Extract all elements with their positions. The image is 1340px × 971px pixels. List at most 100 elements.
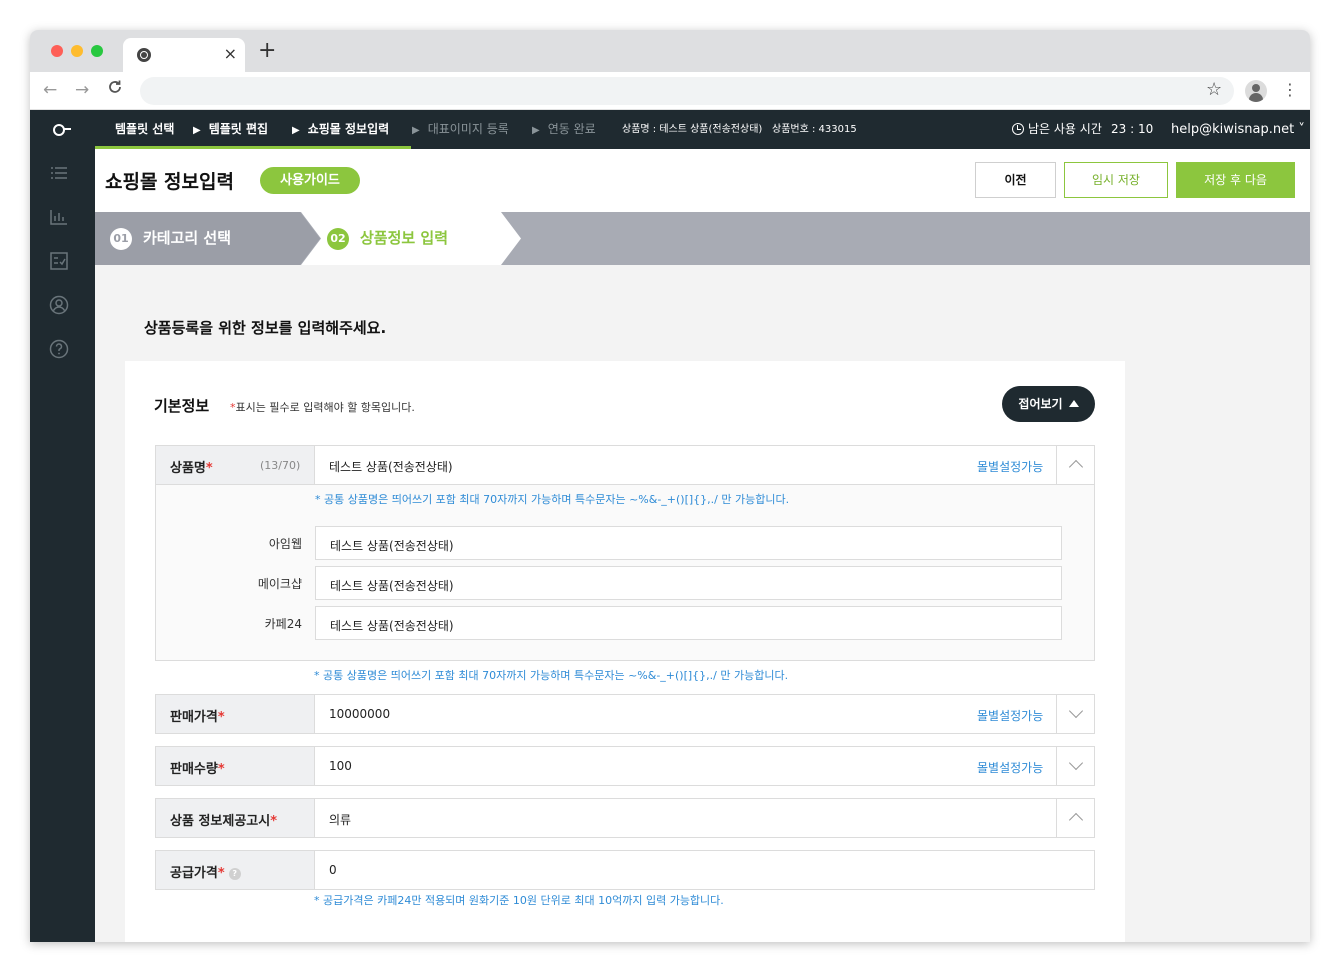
step-number: 01 xyxy=(110,228,132,250)
new-tab-button[interactable]: + xyxy=(258,40,276,62)
address-bar[interactable] xyxy=(140,77,1234,105)
temp-save-button[interactable]: 임시 저장 xyxy=(1064,162,1168,198)
forward-arrow-icon[interactable]: → xyxy=(75,79,89,101)
required-note: *표시는 필수로 입력해야 할 항목입니다. xyxy=(230,399,415,415)
step-arrow-icon: ▶ xyxy=(412,125,420,136)
field-label-text: 상품 정보제공고시 xyxy=(170,814,271,829)
help-icon[interactable] xyxy=(49,339,69,359)
field-label-cell: 상품 정보제공고시* xyxy=(156,799,315,837)
step-arrow-icon: ▶ xyxy=(292,125,300,136)
logo-icon[interactable] xyxy=(53,123,73,136)
minimize-window-button[interactable] xyxy=(71,45,83,57)
required-star: * xyxy=(217,762,225,777)
product-name-hint: * 공통 상품명은 띄어쓰기 포함 최대 70자까지 가능하며 특수문자는 ~%… xyxy=(315,493,790,506)
field-label-text: 판매가격 xyxy=(170,710,218,725)
sidebar xyxy=(30,110,95,942)
triangle-up-icon xyxy=(1068,400,1079,407)
step-complete[interactable]: ▶ 연동 완료 xyxy=(532,110,596,149)
browser-toolbar: ← → ☆ ⋮ xyxy=(30,72,1310,110)
char-count: (13/70) xyxy=(260,459,301,472)
mall-setting-link[interactable]: 몰별설정가능 xyxy=(977,458,1043,475)
step-mall-info[interactable]: ▶ 쇼핑몰 정보입력 xyxy=(292,110,389,149)
product-name-meta: 상품명 : 테스트 상품(전송전상태) xyxy=(622,124,763,135)
required-star: * xyxy=(217,866,225,881)
product-name-hint-bottom: * 공통 상품명은 띄어쓰기 포함 최대 70자까지 가능하며 특수문자는 ~%… xyxy=(314,669,789,682)
page-title: 쇼핑몰 정보입력 xyxy=(105,171,234,193)
step-main-image[interactable]: ▶ 대표이미지 등록 xyxy=(412,110,509,149)
user-icon[interactable] xyxy=(49,295,69,315)
chevron-up-icon[interactable] xyxy=(1056,446,1094,484)
field-price: 판매가격* 10000000 몰별설정가능 xyxy=(155,694,1095,734)
required-star: * xyxy=(270,814,278,829)
stepbar-step-category[interactable]: 01 카테고리 선택 xyxy=(95,212,320,265)
mall-names-panel: * 공통 상품명은 띄어쓰기 포함 최대 70자까지 가능하며 특수문자는 ~%… xyxy=(155,485,1095,661)
chevron-up-icon[interactable] xyxy=(1056,799,1094,837)
mall-label-makeshop: 메이크샵 xyxy=(257,577,302,591)
notice-select[interactable]: 의류 xyxy=(329,811,351,828)
save-next-button[interactable]: 저장 후 다음 xyxy=(1176,162,1295,198)
field-label-text: 판매수량 xyxy=(170,762,218,777)
main-content: 상품등록을 위한 정보를 입력해주세요. 기본정보 *표시는 필수로 입력해야 … xyxy=(95,265,1310,942)
fold-button-label: 접어보기 xyxy=(1018,397,1063,411)
mall-label-imweb: 아임웹 xyxy=(268,537,302,551)
field-supply-price: 공급가격*? 0 xyxy=(155,850,1095,890)
field-label: 상품명* xyxy=(170,457,213,476)
field-label-cell: 판매가격* xyxy=(156,695,315,733)
list-icon[interactable] xyxy=(49,163,69,183)
prev-button[interactable]: 이전 xyxy=(975,162,1056,198)
stepbar-step-product-info[interactable]: 02 상품정보 입력 xyxy=(301,212,521,265)
menu-kebab-icon[interactable]: ⋮ xyxy=(1282,78,1298,102)
profile-icon[interactable] xyxy=(1245,80,1267,102)
topbar: 템플릿 선택 ▶ 템플릿 편집 ▶ 쇼핑몰 정보입력 ▶ 대표이미지 등록 ▶ 연동 완… xyxy=(95,110,1310,149)
user-menu[interactable]: help@kiwisnap.net ˅ xyxy=(1171,110,1305,149)
reload-icon[interactable] xyxy=(107,79,123,101)
supply-price-input[interactable]: 0 xyxy=(329,863,337,877)
step-label: 카테고리 선택 xyxy=(143,229,232,247)
mall-name-input-imweb[interactable]: 테스트 상품(전송전상태) xyxy=(315,526,1062,560)
chevron-down-icon[interactable] xyxy=(1056,747,1094,785)
chrome-icon xyxy=(137,48,151,62)
remaining-time-value: 23 : 10 xyxy=(1111,122,1154,136)
mall-setting-link[interactable]: 몰별설정가능 xyxy=(977,707,1043,724)
quantity-input[interactable]: 100 xyxy=(329,759,352,773)
price-input[interactable]: 10000000 xyxy=(329,707,390,721)
chart-icon[interactable] xyxy=(49,207,69,227)
required-star: * xyxy=(205,461,213,476)
reload-icon-glyph xyxy=(109,80,121,93)
close-tab-icon[interactable]: × xyxy=(224,44,237,64)
fold-button[interactable]: 접어보기 xyxy=(1002,386,1095,422)
field-label: 상품 정보제공고시* xyxy=(170,810,277,829)
browser-tab[interactable]: × xyxy=(123,38,245,72)
mall-setting-link[interactable]: 몰별설정가능 xyxy=(977,759,1043,776)
help-icon[interactable]: ? xyxy=(228,868,241,880)
supply-price-hint: * 공급가격은 카페24만 적용되며 원화기준 10원 단위로 최대 10억까지… xyxy=(314,894,724,907)
chevron-down-icon[interactable] xyxy=(1056,695,1094,733)
step-label: 쇼핑몰 정보입력 xyxy=(307,122,390,136)
step-label: 템플릿 선택 xyxy=(115,122,175,136)
intro-text: 상품등록을 위한 정보를 입력해주세요. xyxy=(144,319,387,337)
field-label-cell: 판매수량* xyxy=(156,747,315,785)
mall-name-input-makeshop[interactable]: 테스트 상품(전송전상태) xyxy=(315,566,1062,600)
remaining-time-label: 남은 사용 시간 xyxy=(1028,122,1102,136)
back-arrow-icon[interactable]: ← xyxy=(43,79,57,101)
mall-name-input-cafe24[interactable]: 테스트 상품(전송전상태) xyxy=(315,606,1062,640)
required-star: * xyxy=(217,710,225,725)
app: 템플릿 선택 ▶ 템플릿 편집 ▶ 쇼핑몰 정보입력 ▶ 대표이미지 등록 ▶ 연동 완… xyxy=(30,110,1310,942)
step-label: 상품정보 입력 xyxy=(360,229,449,247)
field-label-text: 공급가격 xyxy=(170,866,218,881)
step-template-select[interactable]: 템플릿 선택 xyxy=(115,110,174,149)
product-name-input[interactable]: 테스트 상품(전송전상태) xyxy=(329,458,453,475)
step-arrow-icon: ▶ xyxy=(532,125,540,136)
step-template-edit[interactable]: ▶ 템플릿 편집 xyxy=(193,110,268,149)
star-icon[interactable]: ☆ xyxy=(1206,79,1222,101)
field-label-cell: 상품명* (13/70) xyxy=(156,446,315,484)
checklist-icon[interactable] xyxy=(49,251,69,271)
close-window-button[interactable] xyxy=(51,45,63,57)
field-label-cell: 공급가격*? xyxy=(156,851,315,889)
field-label: 공급가격*? xyxy=(170,862,241,881)
user-guide-button[interactable]: 사용가이드 xyxy=(260,167,360,194)
step-label: 대표이미지 등록 xyxy=(427,122,509,136)
maximize-window-button[interactable] xyxy=(91,45,103,57)
stepbar: 01 카테고리 선택 02 상품정보 입력 xyxy=(95,212,1310,265)
field-quantity: 판매수량* 100 몰별설정가능 xyxy=(155,746,1095,786)
